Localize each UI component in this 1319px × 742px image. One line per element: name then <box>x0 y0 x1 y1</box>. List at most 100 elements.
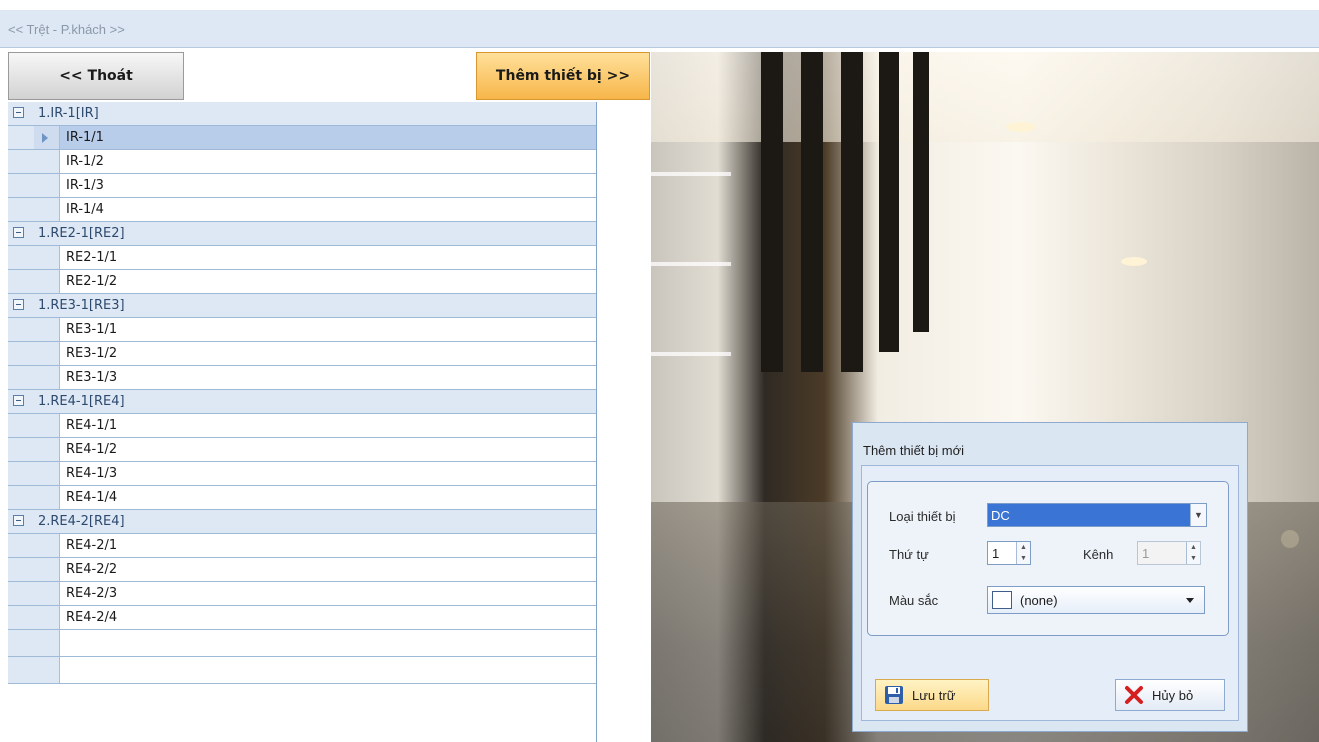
collapse-icon[interactable] <box>13 515 24 526</box>
save-label: Lưu trữ <box>912 687 956 703</box>
save-button[interactable]: Lưu trữ <box>875 679 989 711</box>
row-indent <box>8 534 34 557</box>
order-stepper[interactable]: 1 ▲ ▼ <box>987 541 1031 565</box>
tree-item-label: RE4-2/2 <box>66 562 118 577</box>
row-indent <box>8 462 34 485</box>
row-selector[interactable] <box>34 534 60 557</box>
tree-item-label: IR-1/4 <box>66 202 104 217</box>
close-icon <box>1124 685 1144 705</box>
row-indent <box>8 174 34 197</box>
tree-item-row[interactable]: RE4-1/4 <box>8 486 596 510</box>
device-type-select[interactable]: DC ▼ <box>987 503 1207 527</box>
room-ceiling <box>651 52 1319 142</box>
exit-button[interactable]: << Thoát <box>8 52 184 100</box>
tree-item-row[interactable]: RE4-1/2 <box>8 438 596 462</box>
tree-group-row[interactable]: 1.RE4-1[RE4] <box>8 390 596 414</box>
tree-item-label: RE3-1/1 <box>66 322 118 337</box>
tree-item-label: RE2-1/2 <box>66 274 118 289</box>
tree-item-row[interactable]: RE4-2/4 <box>8 606 596 630</box>
tree-group-row[interactable]: 1.RE3-1[RE3] <box>8 294 596 318</box>
spin-arrows-icon[interactable]: ▲ ▼ <box>1016 542 1030 564</box>
row-selector[interactable] <box>34 126 60 149</box>
row-selector[interactable] <box>34 198 60 221</box>
row-selector[interactable] <box>34 246 60 269</box>
wall-slat <box>841 52 863 372</box>
add-device-button[interactable]: Thêm thiết bị >> <box>476 52 650 100</box>
tree-item-label: IR-1/1 <box>66 130 104 145</box>
tree-group-label: 1.RE3-1[RE3] <box>38 298 125 313</box>
tree-item-label: RE4-1/3 <box>66 466 118 481</box>
tree-group-row[interactable]: 2.RE4-2[RE4] <box>8 510 596 534</box>
tree-group-label: 2.RE4-2[RE4] <box>38 514 125 529</box>
row-indent <box>8 270 34 293</box>
tree-item-row[interactable]: RE3-1/2 <box>8 342 596 366</box>
tree-item-row[interactable]: IR-1/2 <box>8 150 596 174</box>
row-indent <box>8 342 34 365</box>
chevron-down-icon[interactable] <box>1186 598 1194 603</box>
add-device-dialog: Thêm thiết bị mới Loại thiết bị DC ▼ Thứ… <box>852 422 1248 732</box>
tree-item-label: RE3-1/3 <box>66 370 118 385</box>
row-selector[interactable] <box>34 438 60 461</box>
tree-item-label: RE2-1/1 <box>66 250 118 265</box>
collapse-icon[interactable] <box>13 299 24 310</box>
tree-item-row[interactable]: RE4-1/3 <box>8 462 596 486</box>
tree-item-label: RE4-2/3 <box>66 586 118 601</box>
tree-group-row[interactable]: 1.RE2-1[RE2] <box>8 222 596 246</box>
device-type-value: DC <box>991 508 1010 523</box>
row-selector[interactable] <box>34 582 60 605</box>
channel-stepper: 1 ▲ ▼ <box>1137 541 1201 565</box>
row-indent <box>8 606 34 629</box>
cancel-label: Hủy bỏ <box>1152 687 1194 703</box>
tree-item-row[interactable]: RE4-1/1 <box>8 414 596 438</box>
row-indent <box>8 150 34 173</box>
color-select[interactable]: (none) <box>987 586 1205 614</box>
row-indent <box>8 198 34 221</box>
row-selector[interactable] <box>34 270 60 293</box>
tree-group-row[interactable]: 1.IR-1[IR] <box>8 102 596 126</box>
row-indent <box>8 582 34 605</box>
order-value: 1 <box>992 546 1000 561</box>
row-selector[interactable] <box>34 486 60 509</box>
order-label: Thứ tự <box>889 547 929 562</box>
row-selector[interactable] <box>34 318 60 341</box>
tree-item-row[interactable]: RE4-2/1 <box>8 534 596 558</box>
glass-shelf <box>651 352 731 356</box>
color-swatch <box>992 591 1012 609</box>
row-selector[interactable] <box>34 558 60 581</box>
row-selector[interactable] <box>34 462 60 485</box>
row-selector[interactable] <box>34 366 60 389</box>
breadcrumb[interactable]: << Trệt - P.khách >> <box>8 22 125 37</box>
tree-group-label: 1.RE2-1[RE2] <box>38 226 125 241</box>
cancel-button[interactable]: Hủy bỏ <box>1115 679 1225 711</box>
collapse-icon[interactable] <box>13 107 24 118</box>
row-indent <box>8 657 34 683</box>
row-selector[interactable] <box>34 342 60 365</box>
ceiling-lamp <box>1121 257 1147 266</box>
tree-item-row[interactable]: RE2-1/1 <box>8 246 596 270</box>
collapse-icon[interactable] <box>13 227 24 238</box>
tree-item-row[interactable]: RE3-1/1 <box>8 318 596 342</box>
tree-item-row[interactable]: IR-1/1 <box>8 126 596 150</box>
glass-shelf <box>651 172 731 176</box>
tree-item-label: RE3-1/2 <box>66 346 118 361</box>
tree-item-row[interactable]: RE2-1/2 <box>8 270 596 294</box>
tree-item-row[interactable]: RE4-2/2 <box>8 558 596 582</box>
color-value: (none) <box>1020 593 1058 608</box>
row-selector[interactable] <box>34 174 60 197</box>
glass-shelf <box>651 262 731 266</box>
row-selector[interactable] <box>34 414 60 437</box>
collapse-icon[interactable] <box>13 395 24 406</box>
row-pointer-icon <box>42 133 48 143</box>
row-selector <box>34 630 60 656</box>
chevron-down-icon[interactable]: ▼ <box>1190 504 1206 526</box>
row-selector[interactable] <box>34 606 60 629</box>
tree-item-row[interactable]: RE3-1/3 <box>8 366 596 390</box>
row-selector[interactable] <box>34 150 60 173</box>
tree-group-label: 1.RE4-1[RE4] <box>38 394 125 409</box>
tree-item-row[interactable]: RE4-2/3 <box>8 582 596 606</box>
tree-item-row[interactable]: IR-1/3 <box>8 174 596 198</box>
tree-item-row[interactable]: IR-1/4 <box>8 198 596 222</box>
tree-item-label: IR-1/3 <box>66 178 104 193</box>
color-label: Màu sắc <box>889 593 939 608</box>
tree-item-label: RE4-1/1 <box>66 418 118 433</box>
